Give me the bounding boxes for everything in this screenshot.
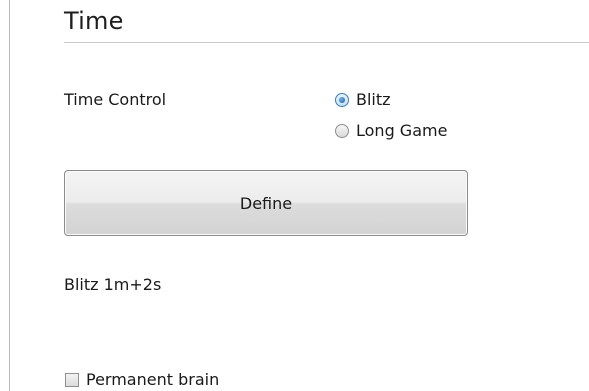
checkbox-unchecked-icon[interactable] [65, 373, 79, 387]
radio-blitz-label: Blitz [356, 90, 391, 109]
radio-checked-icon[interactable] [335, 93, 349, 107]
radio-blitz[interactable]: Blitz [335, 89, 391, 111]
panel-left-border [9, 0, 10, 391]
radio-long-game[interactable]: Long Game [335, 120, 447, 142]
time-control-label: Time Control [64, 90, 167, 109]
section-divider [64, 42, 589, 43]
section-title: Time [64, 7, 124, 35]
permanent-brain-label: Permanent brain [86, 370, 220, 389]
radio-long-game-label: Long Game [356, 121, 448, 140]
time-summary-text: Blitz 1m+2s [64, 275, 162, 294]
permanent-brain-checkbox[interactable]: Permanent brain [65, 369, 219, 391]
define-button[interactable]: Define [64, 170, 468, 236]
radio-unchecked-icon[interactable] [335, 124, 349, 138]
